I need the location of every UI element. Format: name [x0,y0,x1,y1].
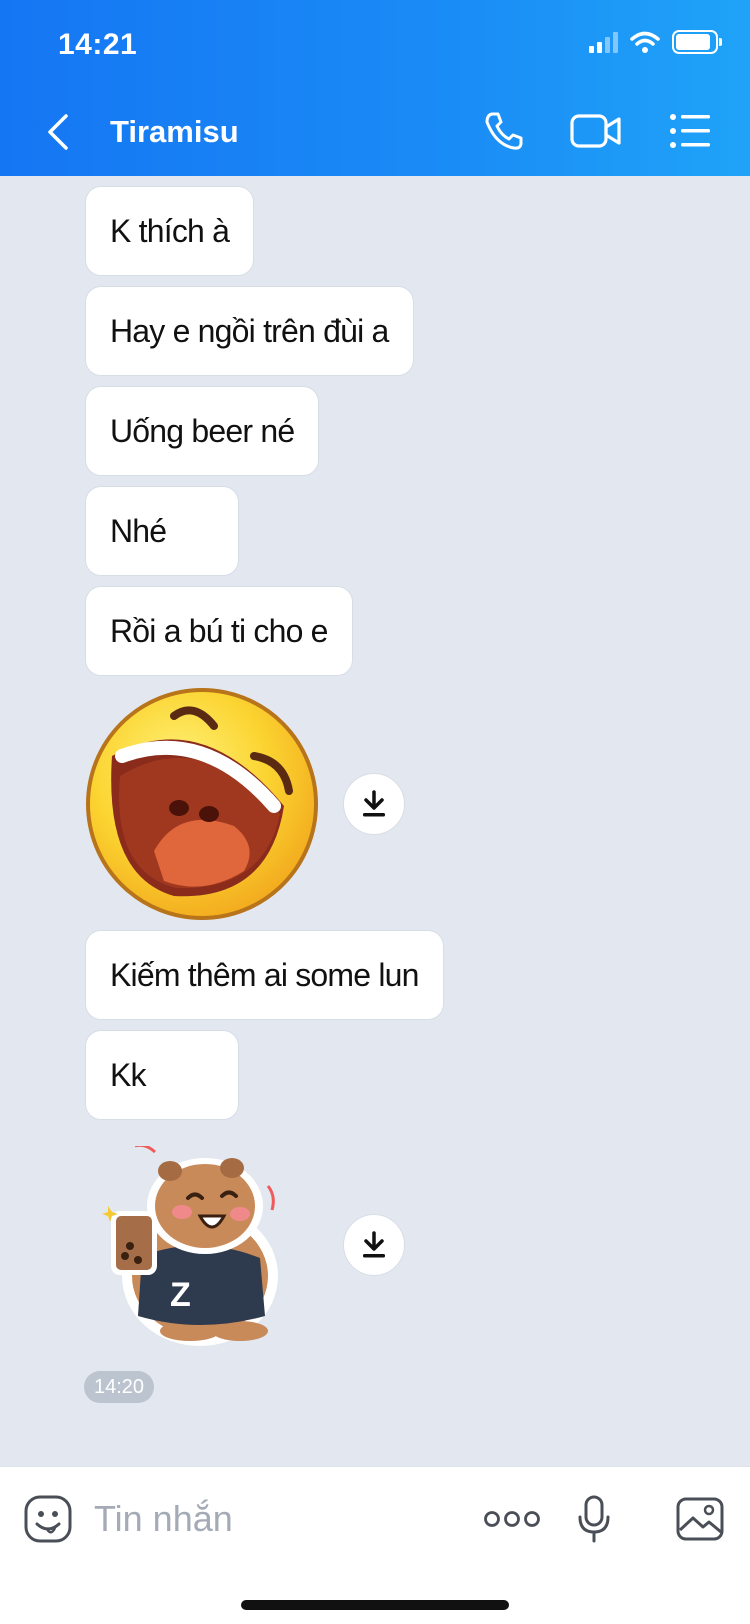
message-bubble[interactable]: Hay e ngồi trên đùi a [85,286,414,376]
message-bubble[interactable]: K thích à [85,186,255,276]
sticker-face-icon [24,1495,72,1543]
image-icon [676,1497,724,1541]
voice-call-button[interactable] [476,106,532,156]
back-button[interactable] [38,110,78,154]
download-icon [363,1231,385,1258]
microphone-icon [578,1495,610,1543]
message-bubble[interactable]: Kk [85,1030,239,1120]
wifi-icon [630,31,660,53]
sticker-button[interactable] [20,1491,76,1547]
message-input[interactable] [94,1491,434,1547]
list-menu-icon [670,114,710,148]
conversation-menu-button[interactable] [662,106,718,156]
message-bubble[interactable]: Kiếm thêm ai some lun [85,930,444,1020]
cellular-signal-icon [589,31,618,53]
more-dots-icon [484,1511,540,1527]
message-list[interactable]: K thích à Hay e ngồi trên đùi a Uống bee… [0,176,750,1466]
voice-message-button[interactable] [566,1491,622,1547]
download-sticker-button[interactable] [343,1214,405,1276]
status-icons [589,30,722,54]
video-camera-icon [570,114,621,148]
home-indicator [241,1600,509,1610]
message-bubble[interactable]: Rồi a bú ti cho e [85,586,353,676]
download-icon [363,790,385,817]
message-timestamp: 14:20 [84,1371,155,1403]
more-options-button[interactable] [468,1491,556,1547]
download-sticker-button[interactable] [343,773,405,835]
nav-bar: Tiramisu [0,96,750,166]
phone-icon [485,112,523,150]
battery-icon [672,30,722,54]
message-bubble[interactable]: Nhé [85,486,239,576]
send-image-button[interactable] [672,1491,728,1547]
chat-title[interactable]: Tiramisu [110,114,239,150]
svg-text:Z: Z [170,1276,191,1314]
capybara-bubble-tea-sticker[interactable]: Z [100,1143,290,1346]
video-call-button[interactable] [568,106,624,156]
back-chevron-icon [48,114,68,150]
header-bar: 14:21 Tiramisu [0,0,750,176]
status-time: 14:21 [58,28,138,61]
laughing-emoji-sticker[interactable] [84,686,320,922]
message-bubble[interactable]: Uống beer né [85,386,320,476]
